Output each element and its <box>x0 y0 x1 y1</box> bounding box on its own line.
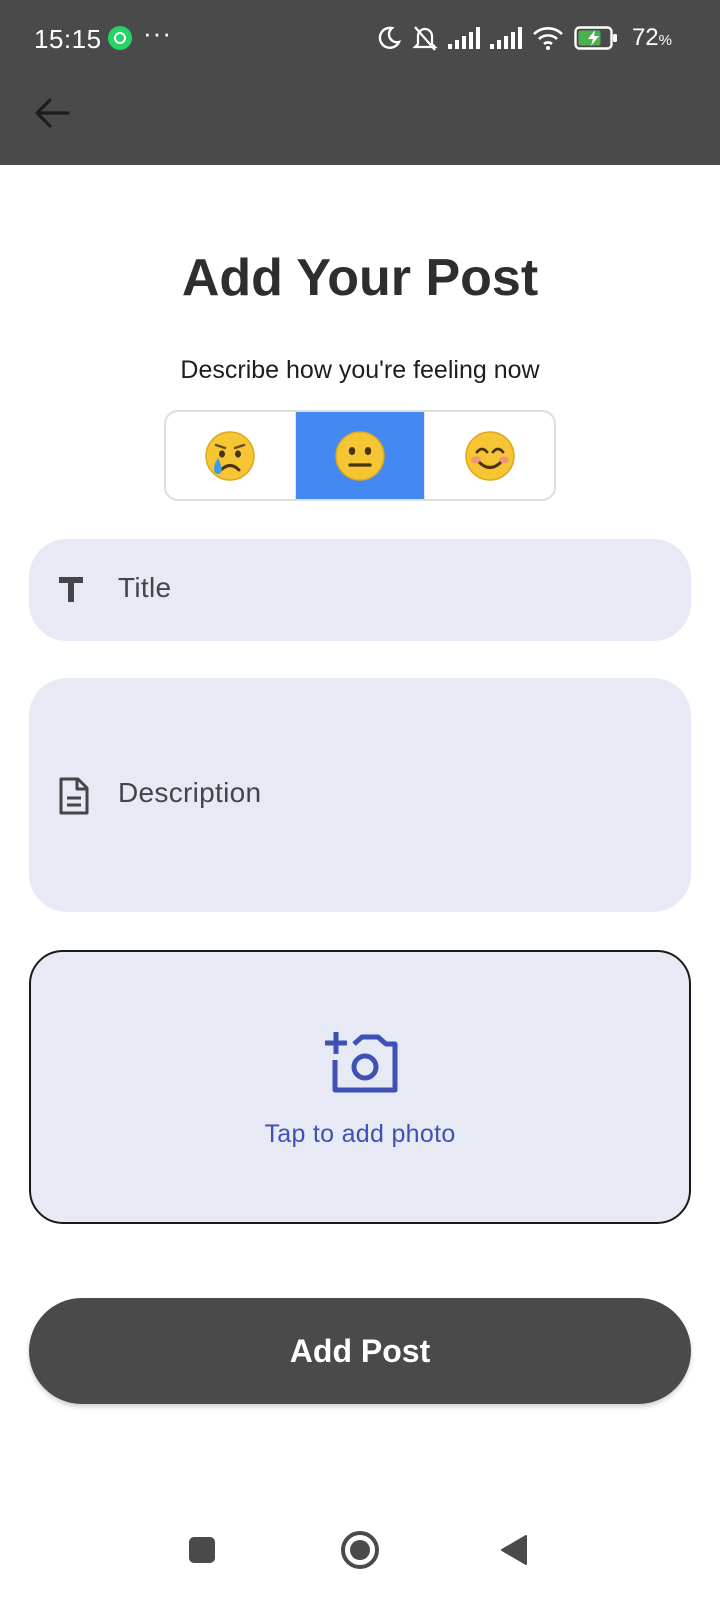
add-photo-label: Tap to add photo <box>264 1120 456 1148</box>
status-time: 15:15 <box>34 24 102 54</box>
neutral-face-icon <box>335 430 385 481</box>
document-icon <box>59 777 89 815</box>
signal-icon <box>489 27 522 49</box>
bell-off-icon <box>412 26 438 51</box>
battery-charging-icon <box>574 26 617 50</box>
mood-option-sad[interactable] <box>166 412 295 499</box>
more-notifications-icon: ··· <box>143 18 172 48</box>
title-field-label: Title <box>118 572 172 603</box>
mood-option-happy[interactable] <box>425 412 554 499</box>
description-field-label: Description <box>118 777 262 808</box>
status-bar: 15:15 ··· 72% <box>0 0 720 78</box>
description-field[interactable]: Description <box>29 678 691 912</box>
add-post-button[interactable]: Add Post <box>29 1298 691 1404</box>
recents-square-icon[interactable] <box>188 1536 216 1564</box>
signal-icon <box>447 27 480 49</box>
arrow-back-icon <box>35 98 70 128</box>
crying-face-icon <box>205 430 256 481</box>
mood-prompt: Describe how you're feeling now <box>180 356 540 384</box>
smiling-face-icon <box>464 430 515 481</box>
home-circle-icon[interactable] <box>340 1530 380 1570</box>
mood-option-neutral[interactable] <box>294 412 426 499</box>
wifi-icon <box>533 27 563 50</box>
text-title-icon <box>59 577 83 602</box>
add-photo-area[interactable]: Tap to add photo <box>29 950 691 1224</box>
title-field[interactable]: Title <box>29 539 691 641</box>
back-triangle-icon[interactable] <box>500 1534 528 1566</box>
status-icons: 72% <box>376 22 672 54</box>
battery-percent: 72% <box>631 24 672 51</box>
mood-selector <box>164 410 556 501</box>
whatsapp-icon <box>108 26 132 50</box>
system-nav-bar <box>0 1500 720 1600</box>
moon-icon <box>378 26 402 49</box>
page-title: Add Your Post <box>181 249 539 307</box>
back-button[interactable] <box>30 94 74 132</box>
add-photo-camera-icon <box>325 1032 398 1093</box>
app-bar: 15:15 ··· 72% <box>0 0 720 165</box>
